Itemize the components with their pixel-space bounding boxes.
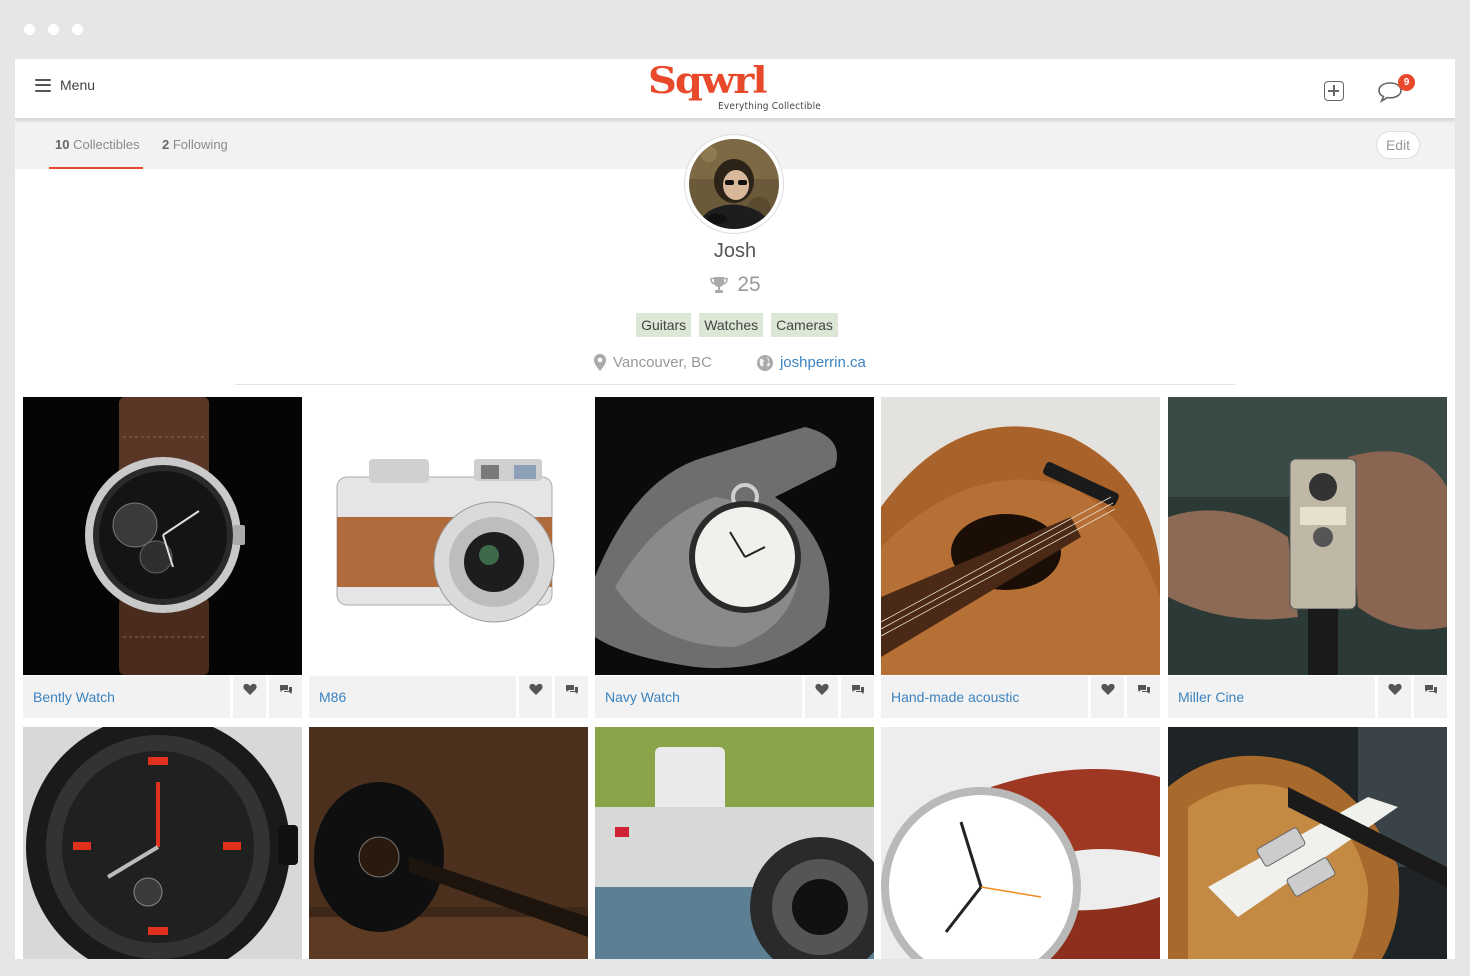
collectible-image-electric-guitar[interactable] <box>1168 727 1447 959</box>
menu-label: Menu <box>60 77 96 93</box>
collectible-card[interactable] <box>309 727 588 959</box>
profile-divider <box>235 384 1235 385</box>
logo-wordmark: Sqwrl <box>648 59 768 103</box>
following-count: 2 <box>162 137 170 152</box>
collectible-image-dive-watch[interactable] <box>23 727 302 959</box>
collectible-card[interactable] <box>881 727 1160 959</box>
collectible-image-outdoor-camera[interactable] <box>595 727 874 959</box>
avatar[interactable] <box>685 135 783 233</box>
card-footer: Bently Watch <box>23 676 302 718</box>
following-tab-label: Following <box>172 137 228 152</box>
tag-watches[interactable]: Watches <box>699 313 764 337</box>
window-minimize-dot[interactable] <box>48 24 59 35</box>
add-collectible-icon[interactable] <box>1324 81 1344 101</box>
collectible-image-pocket-watch[interactable] <box>595 397 874 675</box>
collectible-card[interactable]: Navy Watch <box>595 397 874 718</box>
tab-following[interactable]: 2 Following <box>162 137 228 152</box>
collectible-card[interactable] <box>595 727 874 959</box>
collectible-card[interactable]: M86 <box>309 397 588 718</box>
card-footer: M86 <box>309 676 588 718</box>
location-text: Vancouver, BC <box>613 354 712 371</box>
collectible-image-cine-camera[interactable] <box>1168 397 1447 675</box>
card-footer: Navy Watch <box>595 676 874 718</box>
comment-icon[interactable] <box>1414 676 1447 718</box>
comment-icon[interactable] <box>555 676 588 718</box>
profile-score: 25 <box>635 273 835 297</box>
collectible-card[interactable]: Hand-made acoustic <box>881 397 1160 718</box>
score-value: 25 <box>737 273 761 296</box>
tag-cameras[interactable]: Cameras <box>771 313 838 337</box>
active-tab-indicator <box>49 167 143 169</box>
card-title[interactable]: Miller Cine <box>1168 676 1375 718</box>
browser-window: Menu Sqwrl Everything Collectible 9 10 C… <box>0 0 1470 976</box>
collectible-image-camera-silver[interactable] <box>309 397 588 675</box>
like-heart-icon[interactable] <box>233 676 266 718</box>
hamburger-icon <box>35 78 51 92</box>
trophy-icon <box>710 277 729 293</box>
collectible-image-acoustic-guitar[interactable] <box>881 397 1160 675</box>
window-controls <box>24 24 83 35</box>
collectible-card[interactable] <box>23 727 302 959</box>
card-title[interactable]: Bently Watch <box>23 676 230 718</box>
collectible-card[interactable]: Bently Watch <box>23 397 302 718</box>
like-heart-icon[interactable] <box>1378 676 1411 718</box>
card-title[interactable]: Navy Watch <box>595 676 802 718</box>
comment-icon[interactable] <box>1127 676 1160 718</box>
edit-profile-button[interactable]: Edit <box>1376 131 1420 159</box>
collectibles-count: 10 <box>55 137 70 152</box>
website-link[interactable]: joshperrin.ca <box>780 354 866 371</box>
interest-tags: Guitars Watches Cameras <box>635 313 839 337</box>
website: joshperrin.ca <box>756 354 866 372</box>
tag-guitars[interactable]: Guitars <box>636 313 692 337</box>
window-close-dot[interactable] <box>24 24 35 35</box>
collectibles-tab-label: Collectibles <box>73 137 140 152</box>
like-heart-icon[interactable] <box>519 676 552 718</box>
like-heart-icon[interactable] <box>805 676 838 718</box>
location-pin-icon <box>594 354 606 371</box>
card-title[interactable]: Hand-made acoustic <box>881 676 1088 718</box>
collectible-card[interactable] <box>1168 727 1447 959</box>
profile-name: Josh <box>713 240 757 262</box>
menu-button[interactable]: Menu <box>35 77 95 93</box>
collectible-image-minimal-watch[interactable] <box>881 727 1160 959</box>
window-zoom-dot[interactable] <box>72 24 83 35</box>
comment-icon[interactable] <box>841 676 874 718</box>
card-footer: Miller Cine <box>1168 676 1447 718</box>
collectible-card[interactable]: Miller Cine <box>1168 397 1447 718</box>
page-viewport: Menu Sqwrl Everything Collectible 9 10 C… <box>15 59 1455 959</box>
comment-icon[interactable] <box>269 676 302 718</box>
tab-collectibles[interactable]: 10 Collectibles <box>55 137 140 152</box>
notification-badge[interactable]: 9 <box>1398 74 1415 91</box>
top-header: Menu Sqwrl Everything Collectible 9 <box>15 59 1455 119</box>
card-title[interactable]: M86 <box>309 676 516 718</box>
sqwrl-logo[interactable]: Sqwrl Everything Collectible <box>648 59 823 115</box>
card-footer: Hand-made acoustic <box>881 676 1160 718</box>
globe-icon <box>756 354 773 371</box>
location: Vancouver, BC <box>593 353 712 372</box>
logo-tagline: Everything Collectible <box>718 101 822 112</box>
like-heart-icon[interactable] <box>1091 676 1124 718</box>
profile-meta: Vancouver, BC joshperrin.ca <box>593 353 866 372</box>
collectible-image-black-guitar[interactable] <box>309 727 588 959</box>
collectible-image-watch-leather[interactable] <box>23 397 302 675</box>
